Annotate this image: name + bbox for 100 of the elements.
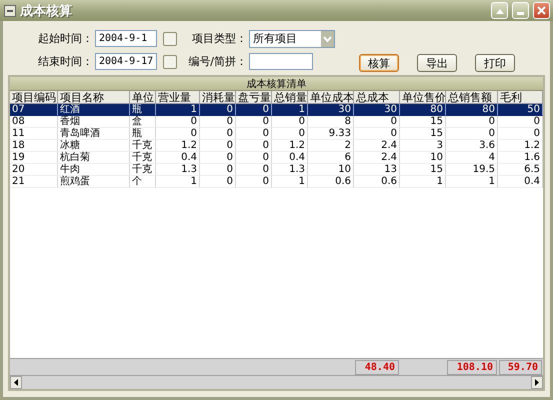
table-cell: 0.4	[156, 152, 200, 164]
column-header[interactable]: 项目编码	[10, 91, 58, 104]
table-cell: 0	[446, 128, 498, 140]
table-cell: 0	[236, 140, 272, 152]
table-cell: 2.4	[354, 152, 400, 164]
table-cell: 红酒	[58, 104, 130, 116]
total-value: 59.70	[499, 360, 542, 374]
start-date-field[interactable]: 2004-9-1	[95, 30, 157, 47]
column-header[interactable]: 盘亏量	[236, 91, 272, 104]
table-cell: 1	[400, 176, 446, 188]
column-header[interactable]: 消耗量	[200, 91, 236, 104]
horizontal-scrollbar[interactable]	[10, 375, 543, 389]
table-cell: 1	[156, 176, 200, 188]
close-icon	[537, 6, 546, 15]
column-header[interactable]: 营业量	[156, 91, 200, 104]
close-button[interactable]	[533, 2, 550, 19]
scroll-left-button[interactable]	[10, 376, 22, 389]
table-cell: 0	[200, 116, 236, 128]
table-cell: 冰糖	[58, 140, 130, 152]
table-cell: 0	[236, 104, 272, 116]
table-cell: 青岛啤酒	[58, 128, 130, 140]
action-button[interactable]: 导出	[417, 54, 457, 72]
table-cell: 0	[354, 116, 400, 128]
table-title: 成本核算清单	[246, 78, 306, 90]
table-cell: 1	[156, 104, 200, 116]
minimize-button[interactable]	[512, 2, 529, 19]
column-header[interactable]: 总销售额	[446, 91, 498, 104]
table-cell: 杭白菊	[58, 152, 130, 164]
column-header[interactable]: 毛利	[498, 91, 543, 104]
column-header[interactable]: 总成本	[354, 91, 400, 104]
table-cell: 盒	[130, 116, 156, 128]
end-time-label: 结束时间：	[37, 54, 93, 69]
table-cell: 1.3	[156, 164, 200, 176]
table-cell: 20	[10, 164, 58, 176]
table-cell: 千克	[130, 140, 156, 152]
window-title: 成本核算	[20, 2, 73, 20]
table-cell: 千克	[130, 164, 156, 176]
item-type-dropdown[interactable]: 所有项目	[249, 30, 335, 48]
table-cell: 0	[354, 128, 400, 140]
date-picker-button[interactable]	[163, 32, 177, 46]
table-cell: 0	[200, 104, 236, 116]
table-cell: 煎鸡蛋	[58, 176, 130, 188]
table-cell: 50	[498, 104, 543, 116]
table-cell: 19.5	[446, 164, 498, 176]
table-cell: 4	[446, 152, 498, 164]
table-cell: 1	[272, 176, 308, 188]
date-picker-button[interactable]	[163, 54, 177, 68]
action-button[interactable]: 打印	[475, 54, 515, 72]
table-cell: 0	[236, 116, 272, 128]
table-cell: 9.33	[308, 128, 354, 140]
table-cell: 10	[400, 152, 446, 164]
table-cell: 0	[498, 116, 543, 128]
table-cell: 1.2	[498, 140, 543, 152]
table-cell: 0	[156, 128, 200, 140]
table-cell: 0	[200, 140, 236, 152]
table-cell: 瓶	[130, 128, 156, 140]
table-cell: 3	[400, 140, 446, 152]
total-value: 108.10	[447, 360, 497, 374]
code-field[interactable]	[249, 53, 313, 70]
table-cell: 08	[10, 116, 58, 128]
code-label: 编号/简拼：	[187, 54, 247, 69]
table-cell: 0	[156, 116, 200, 128]
table-cell: 13	[354, 164, 400, 176]
table-cell: 1.2	[272, 140, 308, 152]
table-cell: 2	[308, 140, 354, 152]
table-cell: 19	[10, 152, 58, 164]
table-cell: 1	[272, 104, 308, 116]
app-icon	[4, 4, 16, 16]
end-date-field[interactable]: 2004-9-17	[95, 53, 157, 70]
table-cell: 0	[236, 152, 272, 164]
scroll-right-button[interactable]	[531, 376, 543, 389]
item-type-label: 项目类型：	[191, 31, 247, 46]
table-cell: 香烟	[58, 116, 130, 128]
table-cell: 30	[354, 104, 400, 116]
table-cell: 0	[200, 176, 236, 188]
table-cell: 0.6	[354, 176, 400, 188]
table-cell: 15	[400, 128, 446, 140]
table-cell: 21	[10, 176, 58, 188]
table-cell: 0	[236, 128, 272, 140]
action-button[interactable]: 核算	[359, 54, 399, 72]
chevron-down-icon	[321, 30, 334, 46]
table-cell: 0	[200, 164, 236, 176]
table-cell: 0	[236, 164, 272, 176]
table-cell: 0.6	[308, 176, 354, 188]
table-cell: 0	[200, 128, 236, 140]
table-cell: 0	[272, 128, 308, 140]
start-time-label: 起始时间：	[37, 31, 93, 46]
table-cell: 1.2	[156, 140, 200, 152]
table-cell: 18	[10, 140, 58, 152]
table-cell: 6.5	[498, 164, 543, 176]
column-header[interactable]: 项目名称	[58, 91, 130, 104]
restore-button[interactable]	[491, 2, 508, 19]
table-cell: 80	[446, 104, 498, 116]
table-cell: 千克	[130, 152, 156, 164]
table-cell: 0	[272, 116, 308, 128]
table-cell: 0	[498, 128, 543, 140]
column-header[interactable]: 单位	[130, 91, 156, 104]
column-header[interactable]: 总销量	[272, 91, 308, 104]
up-arrow-icon	[496, 8, 504, 14]
table-cell: 个	[130, 176, 156, 188]
